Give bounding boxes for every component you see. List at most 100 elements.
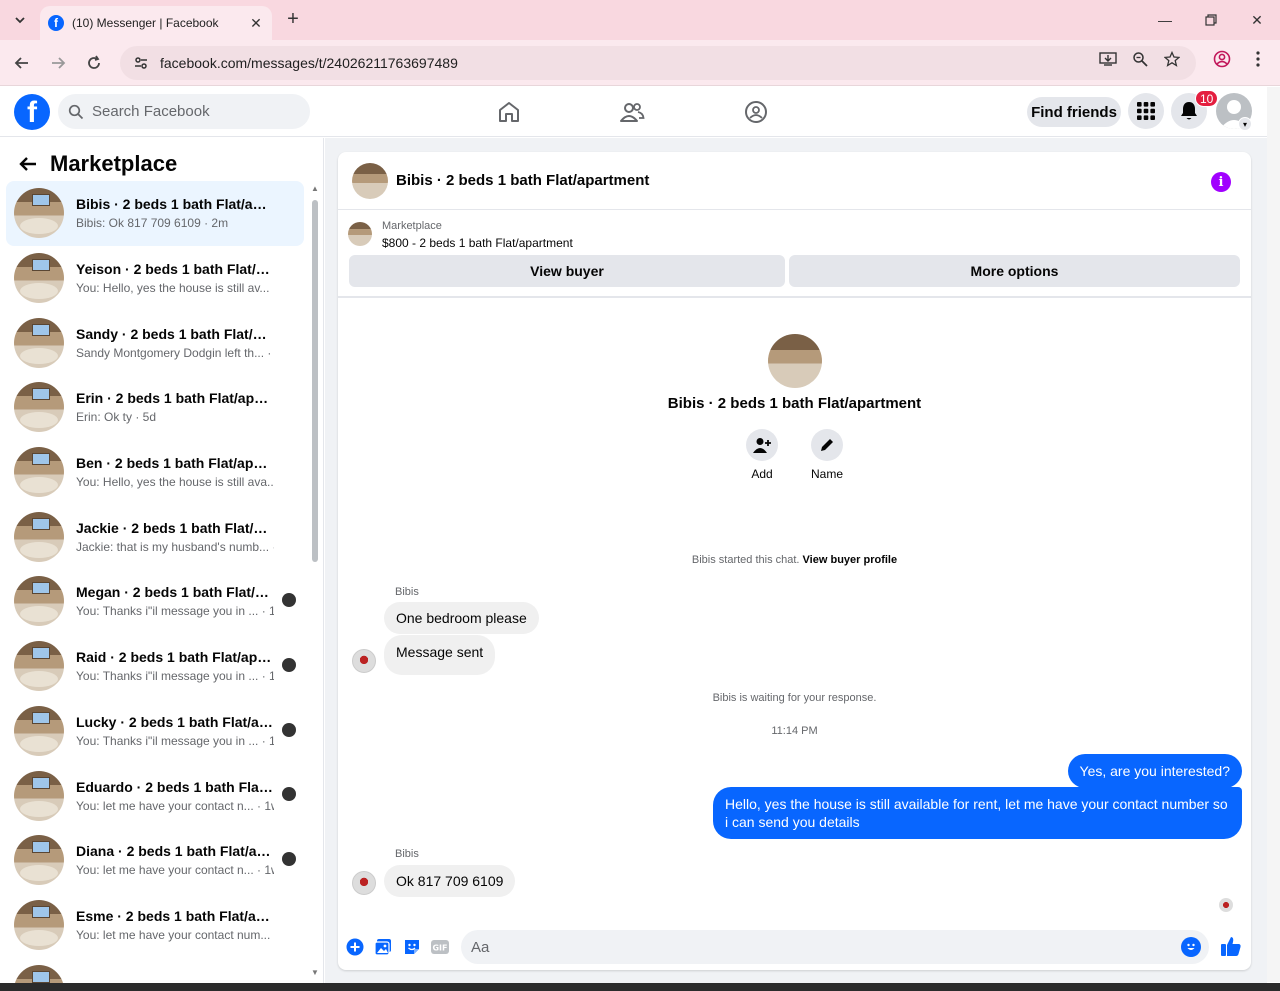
conversation-preview: You: let me have your contact n... · 1w <box>76 863 274 878</box>
marketplace-listing: Marketplace $800 - 2 beds 1 bath Flat/ap… <box>338 210 1251 298</box>
sender-avatar[interactable] <box>352 649 376 673</box>
friends-icon <box>620 103 645 122</box>
conversation-name: Lucky · 2 beds 1 bath Flat/apa... <box>76 713 274 730</box>
conversation-item[interactable]: Lucky · 2 beds 1 bath Flat/apa... You: Th… <box>6 699 304 764</box>
conversation-item[interactable]: Bibis · 2 beds 1 bath Flat/apartm... Bibi… <box>6 181 304 246</box>
view-buyer-button[interactable]: View buyer <box>349 255 785 287</box>
browser-profile-icon[interactable] <box>1211 48 1233 70</box>
back-arrow-button[interactable] <box>16 152 40 176</box>
conversation-name: Yeison · 2 beds 1 bath Flat/apart... <box>76 261 274 278</box>
conversation-avatar <box>14 447 64 498</box>
outgoing-message[interactable]: Hello, yes the house is still available … <box>713 787 1242 839</box>
zoom-icon[interactable] <box>1129 48 1151 70</box>
chat-title[interactable]: Bibis · 2 beds 1 bath Flat/apartment <box>396 172 649 189</box>
search-input[interactable] <box>92 103 292 120</box>
scrollbar-thumb[interactable] <box>312 200 318 562</box>
listing-title: $800 - 2 beds 1 bath Flat/apartment <box>382 236 573 250</box>
photo-icon[interactable] <box>373 937 393 957</box>
conversation-avatar <box>14 317 64 368</box>
facebook-logo-icon[interactable]: f <box>14 94 50 130</box>
reload-button[interactable] <box>81 50 107 76</box>
add-action[interactable]: Add <box>737 429 787 481</box>
conversation-item[interactable]: Yeison · 2 beds 1 bath Flat/apart... You:… <box>6 246 304 311</box>
browser-tab[interactable]: f (10) Messenger | Facebook ✕ <box>40 6 272 40</box>
incoming-message[interactable]: One bedroom please <box>384 602 539 634</box>
site-settings-icon[interactable] <box>132 54 150 72</box>
outgoing-message[interactable]: Yes, are you interested? <box>1067 754 1242 788</box>
find-friends-button[interactable]: Find friends <box>1027 97 1121 127</box>
conversation-item[interactable]: Erin · 2 beds 1 bath Flat/apartm... Erin:… <box>6 375 304 440</box>
conversation-list: Bibis · 2 beds 1 bath Flat/apartm... Bibi… <box>6 181 304 983</box>
conversation-item[interactable]: Fitz · 2 beds 1 bath Flat/apart... <box>6 957 304 983</box>
conversation-name: Ben · 2 beds 1 bath Flat/apartm... <box>76 455 274 472</box>
conversation-item[interactable]: Jackie · 2 beds 1 bath Flat/apart... Jack… <box>6 504 304 569</box>
conversation-avatar <box>14 576 64 627</box>
bookmark-star-icon[interactable] <box>1161 48 1183 70</box>
conversation-text: Sandy · 2 beds 1 bath Flat/apart... Sandy… <box>76 326 304 360</box>
conversation-text: Erin · 2 beds 1 bath Flat/apartm... Erin:… <box>76 390 304 424</box>
plus-circle-icon[interactable] <box>345 937 365 957</box>
conversation-item[interactable]: Esme · 2 beds 1 bath Flat/apart... You: l… <box>6 893 304 958</box>
add-person-icon[interactable] <box>746 429 778 461</box>
reload-icon <box>88 55 100 69</box>
minimize-button[interactable]: — <box>1150 8 1180 32</box>
sender-avatar[interactable] <box>352 871 376 895</box>
conversation-avatar <box>14 835 64 886</box>
name-label: Name <box>810 467 843 481</box>
facebook-search[interactable] <box>58 94 310 129</box>
arrow-right-icon <box>52 57 66 69</box>
scroll-down-icon[interactable]: ▼ <box>311 968 319 977</box>
chevron-down-icon[interactable]: ▾ <box>1238 117 1252 131</box>
view-buyer-profile-link[interactable]: View buyer profile <box>803 554 898 566</box>
sidebar-scrollbar[interactable] <box>311 186 319 976</box>
restore-button[interactable] <box>1196 8 1226 32</box>
message-input[interactable] <box>471 938 1151 956</box>
info-icon[interactable]: i <box>1211 172 1231 192</box>
conversation-item[interactable]: Ben · 2 beds 1 bath Flat/apartm... You: H… <box>6 440 304 505</box>
close-window-button[interactable]: ✕ <box>1242 8 1272 32</box>
svg-text:GIF: GIF <box>432 944 447 953</box>
conversation-preview: You: Thanks i"il message you in ... · 1w <box>76 604 274 619</box>
conversation-preview: Jackie: that is my husband's numb... · 6… <box>76 539 274 554</box>
conversation-item[interactable]: Diana · 2 beds 1 bath Flat/apa... You: le… <box>6 828 304 893</box>
chat-panel: Bibis · 2 beds 1 bath Flat/apartment i M… <box>338 152 1251 970</box>
conversation-preview: You: let me have your contact num... · 1… <box>76 927 274 942</box>
page-scrollbar[interactable] <box>1267 87 1280 982</box>
conversation-name: Erin · 2 beds 1 bath Flat/apartm... <box>76 390 274 407</box>
address-bar[interactable]: facebook.com/messages/t/2402621176369748… <box>120 46 1196 80</box>
name-action[interactable]: Name <box>802 429 852 481</box>
browser-menu-icon[interactable] <box>1247 48 1269 70</box>
home-nav-button[interactable] <box>494 97 524 127</box>
conversation-item[interactable]: Sandy · 2 beds 1 bath Flat/apart... Sandy… <box>6 310 304 375</box>
arrow-left-icon <box>19 157 36 171</box>
conversation-item[interactable]: Eduardo · 2 beds 1 bath Flat/a... You: le… <box>6 763 304 828</box>
forward-button[interactable] <box>45 50 71 76</box>
tab-search-button[interactable] <box>8 8 32 32</box>
friends-nav-button[interactable] <box>617 97 647 127</box>
gif-icon[interactable]: GIF <box>430 937 450 957</box>
close-tab-icon[interactable]: ✕ <box>248 15 264 31</box>
conversation-item[interactable]: Megan · 2 beds 1 bath Flat/ap... You: Tha… <box>6 569 304 634</box>
restore-icon <box>1205 14 1217 26</box>
conversation-avatar <box>14 964 64 983</box>
emoji-icon[interactable] <box>1181 937 1201 957</box>
incoming-message[interactable]: Message sent <box>384 635 496 675</box>
conversation-name: Esme · 2 beds 1 bath Flat/apart... <box>76 907 274 924</box>
menu-button[interactable] <box>1128 93 1164 129</box>
groups-nav-button[interactable] <box>741 97 771 127</box>
sticker-icon[interactable] <box>402 937 422 957</box>
thumbs-up-icon[interactable] <box>1219 934 1243 958</box>
more-options-button[interactable]: More options <box>789 255 1240 287</box>
conversation-item[interactable]: Raid · 2 beds 1 bath Flat/apart... You: T… <box>6 634 304 699</box>
incoming-message[interactable]: Ok 817 709 6109 <box>384 865 516 897</box>
conversation-text: Megan · 2 beds 1 bath Flat/ap... You: Tha… <box>76 584 304 618</box>
pencil-icon[interactable] <box>811 429 843 461</box>
new-tab-button[interactable]: + <box>282 8 304 30</box>
os-taskbar <box>0 983 1280 991</box>
started-text: Bibis started this chat. <box>691 554 800 566</box>
message-input-wrapper[interactable] <box>461 930 1209 964</box>
conversation-preview: Sandy Montgomery Dodgin left th... · 3d <box>76 345 274 360</box>
install-app-icon[interactable] <box>1097 48 1119 70</box>
back-button[interactable] <box>9 50 35 76</box>
chat-avatar[interactable] <box>352 162 388 199</box>
